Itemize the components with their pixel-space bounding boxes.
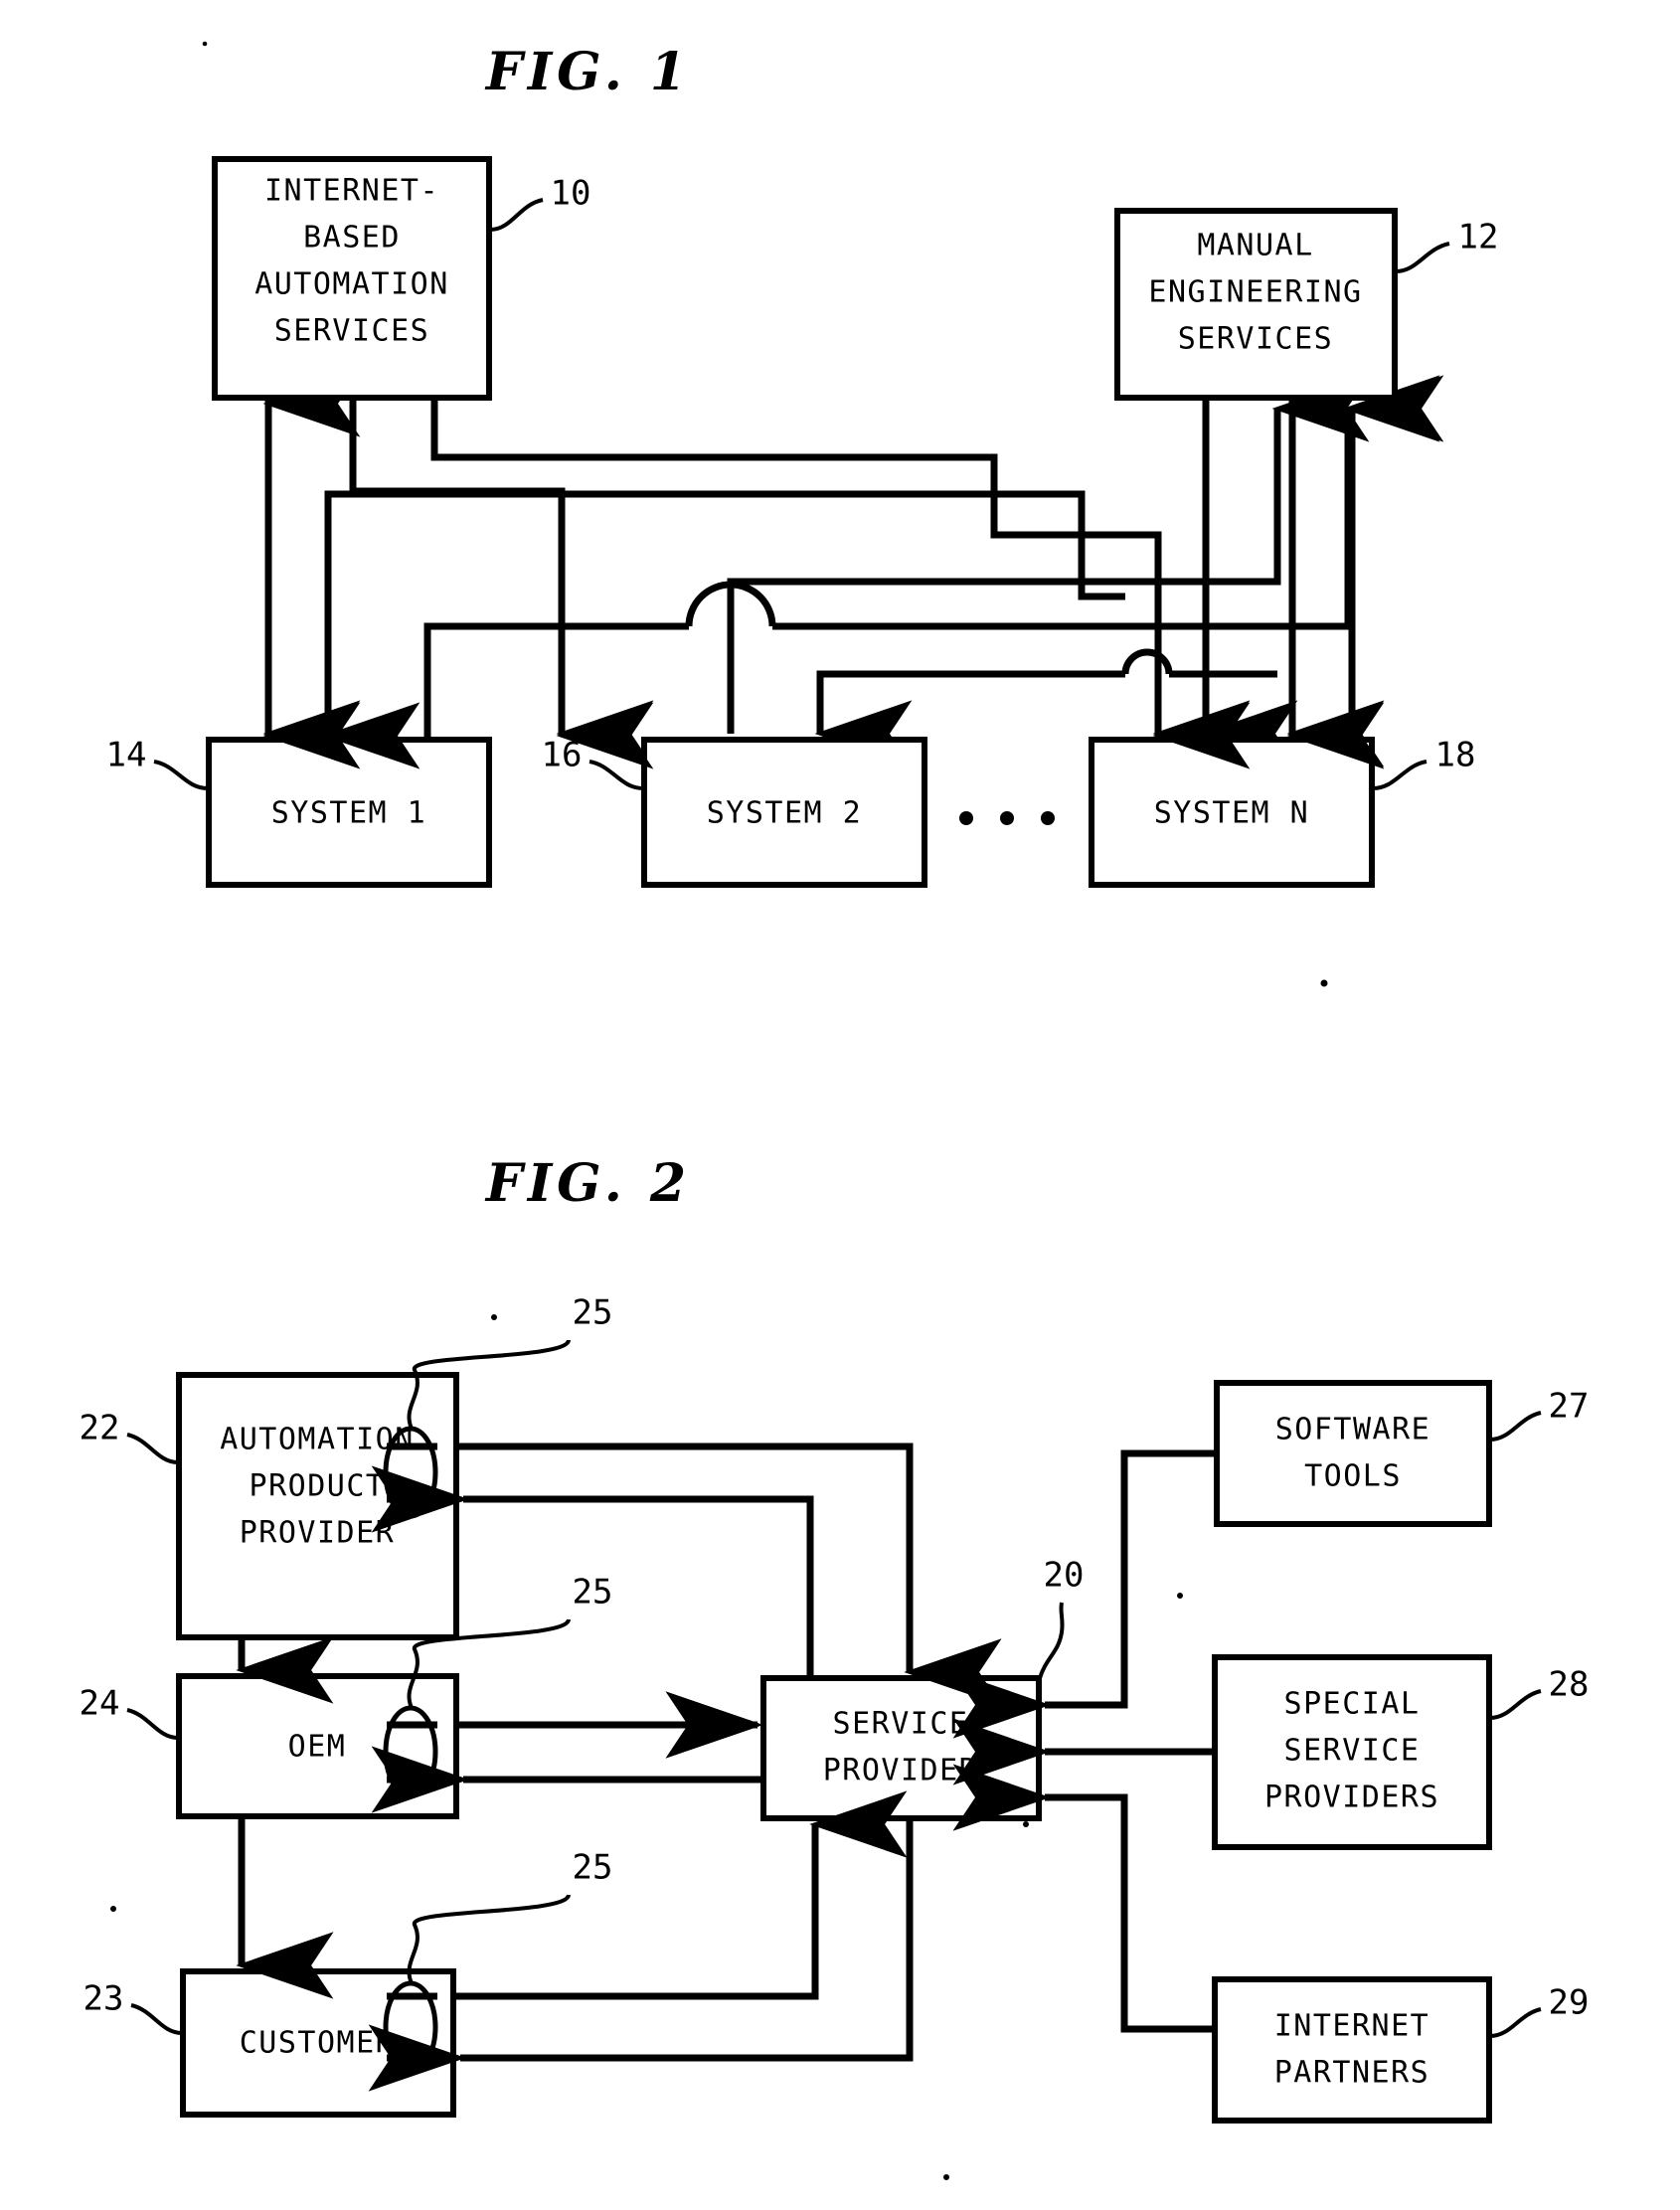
box-20-line-2: PROVIDER	[823, 1754, 979, 1788]
wire-sp-to-customer	[368, 1818, 914, 2092]
ellipsis-dot	[1000, 811, 1014, 825]
box-12-line-1: MANUAL	[1197, 229, 1313, 263]
wire-sys1-to-manual	[772, 375, 1440, 630]
box-18-label: SYSTEM N	[1154, 796, 1310, 831]
leader-23	[130, 2003, 183, 2035]
wire-sysn-feed	[816, 670, 1125, 734]
drawing-canvas: FIG. 1 INTERNET- BASED AUTOMATION SERVIC…	[80, 41, 1590, 2180]
page-speck	[1023, 1821, 1029, 1827]
leader-14	[153, 760, 209, 790]
box-12-line-3: SERVICES	[1178, 322, 1334, 357]
refnum-14: 14	[106, 736, 147, 775]
ellipsis-dot	[1041, 811, 1055, 825]
box-10-line-1: INTERNET-	[264, 174, 439, 209]
box-10-line-3: AUTOMATION	[254, 267, 449, 302]
box-28-line-2: SERVICE	[1284, 1734, 1421, 1769]
refnum-10: 10	[551, 174, 591, 214]
refnum-28: 28	[1549, 1665, 1590, 1705]
wire-sp-to-app	[371, 1465, 814, 1678]
refnum-18: 18	[1435, 736, 1476, 775]
box-internet-partners	[1212, 1976, 1492, 2124]
box-24-label: OEM	[288, 1730, 347, 1765]
refnum-12: 12	[1458, 218, 1499, 257]
refnum-16: 16	[542, 736, 583, 775]
box-27-line-2: TOOLS	[1304, 1459, 1402, 1494]
refnum-27: 27	[1549, 1387, 1590, 1427]
box-28-line-1: SPECIAL	[1284, 1687, 1421, 1722]
refnum-24: 24	[80, 1684, 120, 1724]
leader-24	[126, 1708, 179, 1740]
refnum-23: 23	[84, 1979, 124, 2019]
fig2-title: FIG. 2	[484, 1153, 691, 1214]
box-22-line-2: PRODUCT	[250, 1469, 386, 1504]
box-29-line-2: PARTNERS	[1274, 2056, 1430, 2091]
box-29-line-1: INTERNET	[1274, 2009, 1430, 2044]
leader-20	[1038, 1602, 1065, 1679]
page-speck	[943, 2174, 949, 2180]
wire-hop-2	[1121, 648, 1173, 675]
fig1-title: FIG. 1	[484, 42, 691, 102]
box-23-label: CUSTOMER	[240, 2026, 396, 2061]
box-10-line-4: SERVICES	[274, 314, 430, 349]
leader-12	[1395, 242, 1450, 273]
box-12-line-2: ENGINEERING	[1148, 275, 1362, 310]
page-speck	[491, 1314, 497, 1320]
wire-ibas-to-sysn	[430, 398, 1251, 767]
leader-16	[588, 760, 644, 790]
box-software-tools	[1214, 1380, 1492, 1527]
box-automation-product-provider	[176, 1372, 459, 1640]
leader-28	[1489, 1689, 1542, 1720]
wire-internetpartners-to-sp	[952, 1764, 1215, 2033]
refnum-25-top: 25	[573, 1293, 613, 1333]
box-22-line-1: AUTOMATION	[220, 1423, 415, 1457]
leader-29	[1489, 2007, 1542, 2038]
refnum-22: 22	[80, 1409, 120, 1448]
page-speck	[1177, 1593, 1183, 1599]
wire-lower-left-riser	[324, 490, 1125, 740]
leader-10	[489, 198, 544, 232]
box-10-line-2: BASED	[303, 221, 401, 255]
page-speck	[1320, 979, 1328, 987]
leader-22	[126, 1433, 179, 1464]
box-28-line-3: PROVIDERS	[1264, 1781, 1439, 1815]
wire-app-to-sp	[456, 1443, 1002, 1706]
refnum-29: 29	[1549, 1983, 1590, 2023]
box-20-line-1: SERVICE	[833, 1707, 969, 1742]
box-27-line-1: SOFTWARE	[1275, 1413, 1431, 1447]
refnum-25-bot: 25	[573, 1848, 613, 1888]
box-service-provider	[760, 1675, 1042, 1821]
box-22-line-3: PROVIDER	[240, 1516, 396, 1551]
ellipsis-dot	[959, 811, 973, 825]
refnum-20: 20	[1044, 1556, 1085, 1596]
box-16-label: SYSTEM 2	[707, 796, 863, 831]
patent-drawing-sheet: FIG. 1 INTERNET- BASED AUTOMATION SERVIC…	[0, 0, 1680, 2210]
leader-18	[1372, 760, 1428, 790]
page-speck	[110, 1906, 116, 1912]
box-14-label: SYSTEM 1	[271, 796, 427, 831]
leader-27	[1489, 1411, 1542, 1442]
wire-ibas-to-sys2	[349, 398, 654, 767]
page-speck	[202, 41, 208, 47]
refnum-25-mid: 25	[573, 1573, 613, 1613]
